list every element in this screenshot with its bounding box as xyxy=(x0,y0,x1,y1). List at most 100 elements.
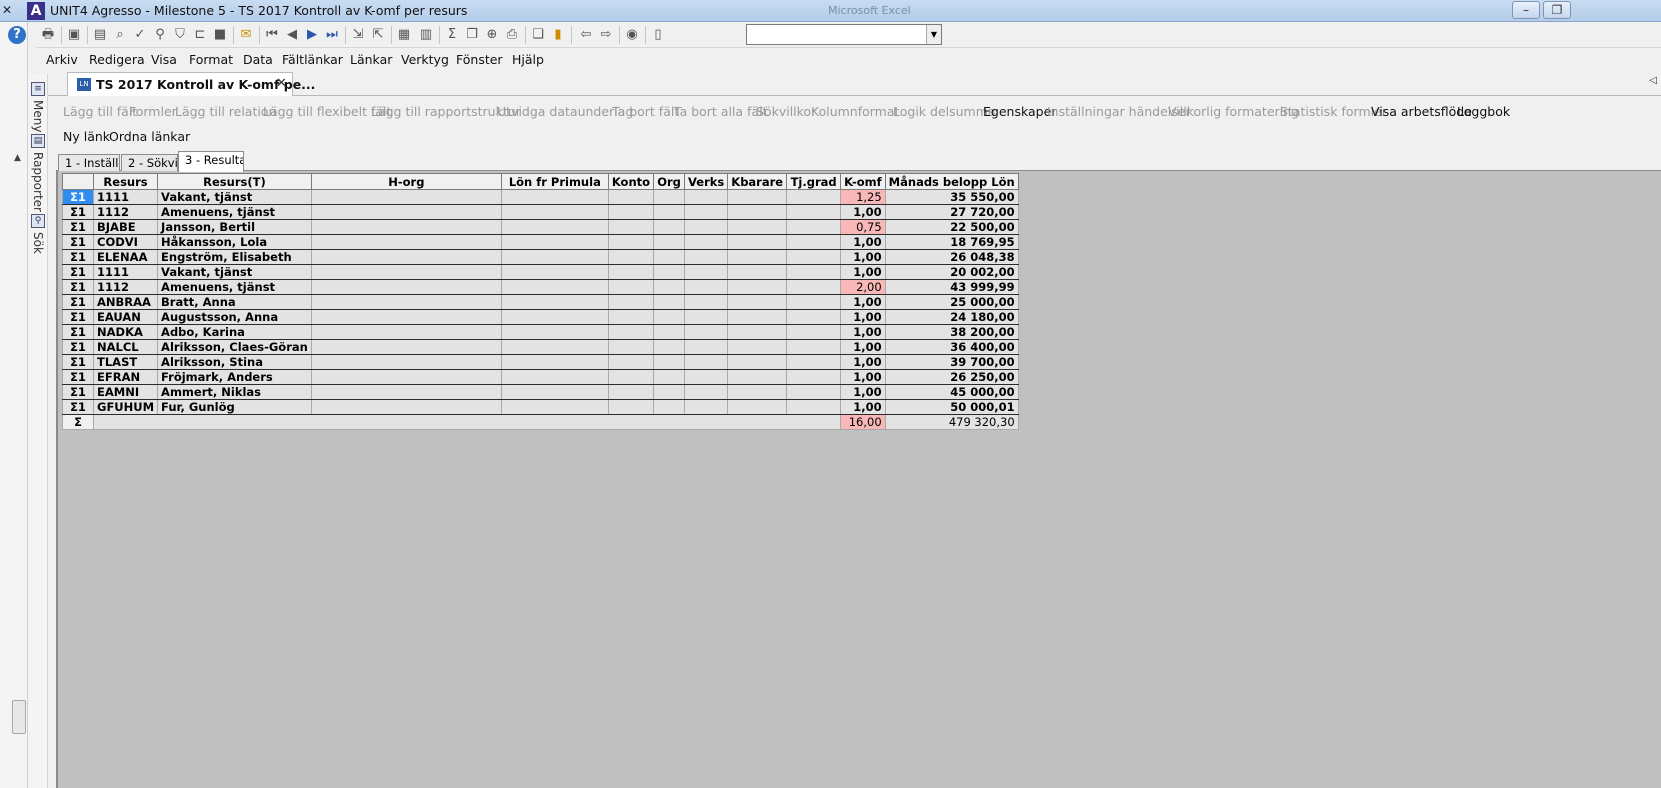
tab-result[interactable]: 3 - Resultat xyxy=(178,151,244,172)
column-header-verks[interactable]: Verks xyxy=(684,173,729,190)
cell-tj-grad[interactable] xyxy=(786,294,842,310)
check-icon[interactable]: ✓ xyxy=(131,26,149,44)
cell-kbarare[interactable] xyxy=(727,219,788,235)
expand-icon[interactable]: ⇲ xyxy=(349,26,367,44)
cell-h-org[interactable] xyxy=(310,219,502,235)
column-header-resurs-t[interactable]: Resurs(T) xyxy=(157,173,312,190)
cell-manads-belopp[interactable]: 26 048,38 xyxy=(884,249,1019,265)
cell-konto[interactable] xyxy=(607,219,655,235)
action-logbook[interactable]: Loggbok xyxy=(1457,104,1510,119)
cell-resurs-t[interactable]: Vakant, tjänst xyxy=(157,264,312,280)
arrange-links-button[interactable]: Ordna länkar xyxy=(109,129,190,144)
cell-konto[interactable] xyxy=(607,204,655,220)
cell-resurs[interactable]: EAUAN xyxy=(92,309,159,325)
cell-kbarare[interactable] xyxy=(727,369,788,385)
cell-manads-belopp[interactable]: 26 250,00 xyxy=(884,369,1019,385)
next-record-icon[interactable]: ▶ xyxy=(303,26,321,44)
table-icon[interactable]: ▦ xyxy=(395,26,413,44)
minimize-button[interactable]: – xyxy=(1512,1,1540,19)
cell-h-org[interactable] xyxy=(310,204,502,220)
cell-resurs-t[interactable]: Engström, Elisabeth xyxy=(157,249,312,265)
cell-org[interactable] xyxy=(653,369,686,385)
row-marker[interactable]: Σ1 xyxy=(62,279,94,295)
cell-h-org[interactable] xyxy=(310,339,502,355)
cell-resurs-t[interactable]: Fur, Gunlög xyxy=(157,399,312,415)
action-properties[interactable]: Egenskaper xyxy=(983,104,1056,119)
note-icon[interactable]: ✉ xyxy=(237,26,255,44)
table-row[interactable]: Σ1 1111 Vakant, tjänst 1,25 35 550,00 xyxy=(62,189,1019,205)
scroll-thumb[interactable] xyxy=(12,700,26,734)
cell-resurs[interactable]: GFUHUM xyxy=(92,399,159,415)
cell-verks[interactable] xyxy=(684,354,729,370)
cell-kbarare[interactable] xyxy=(727,294,788,310)
restore-button[interactable]: ❐ xyxy=(1543,1,1571,19)
table-row[interactable]: Σ1 1112 Amenuens, tjänst 1,00 27 720,00 xyxy=(62,204,1019,220)
cell-konto[interactable] xyxy=(607,189,655,205)
row-marker[interactable]: Σ1 xyxy=(62,339,94,355)
print-icon[interactable]: 🖶 xyxy=(39,26,57,44)
cell-k-omf[interactable]: 1,00 xyxy=(840,204,886,220)
cell-konto[interactable] xyxy=(607,294,655,310)
row-marker[interactable]: Σ1 xyxy=(62,384,94,400)
cell-manads-belopp[interactable]: 22 500,00 xyxy=(884,219,1019,235)
cell-resurs-t[interactable]: Amenuens, tjänst xyxy=(157,204,312,220)
cell-konto[interactable] xyxy=(607,354,655,370)
cell-k-omf[interactable]: 1,25 xyxy=(840,189,886,205)
cell-k-omf[interactable]: 1,00 xyxy=(840,339,886,355)
cell-kbarare[interactable] xyxy=(727,339,788,355)
document-icon[interactable]: ▯ xyxy=(649,26,667,44)
cell-manads-belopp[interactable]: 50 000,01 xyxy=(884,399,1019,415)
cell-kbarare[interactable] xyxy=(727,399,788,415)
cell-tj-grad[interactable] xyxy=(786,219,842,235)
side-tab-search[interactable]: ⚲ Sök xyxy=(28,210,48,254)
cell-konto[interactable] xyxy=(607,369,655,385)
cell-resurs[interactable]: 1112 xyxy=(92,204,159,220)
cell-h-org[interactable] xyxy=(310,189,502,205)
table-row[interactable]: Σ1 ANBRAA Bratt, Anna 1,00 25 000,00 xyxy=(62,294,1019,310)
action-remove-field[interactable]: Ta bort fält xyxy=(612,104,679,119)
cell-resurs[interactable]: 1111 xyxy=(92,189,159,205)
find-icon[interactable]: ⌕ xyxy=(111,26,129,44)
cell-k-omf[interactable]: 1,00 xyxy=(840,309,886,325)
cell-manads-belopp[interactable]: 27 720,00 xyxy=(884,204,1019,220)
cell-resurs[interactable]: EAMNI xyxy=(92,384,159,400)
cell-konto[interactable] xyxy=(607,309,655,325)
cell-org[interactable] xyxy=(653,354,686,370)
column-header-konto[interactable]: Konto xyxy=(607,173,655,190)
row-marker[interactable]: Σ1 xyxy=(62,294,94,310)
cell-lon-fr-primula[interactable] xyxy=(500,399,609,415)
cell-kbarare[interactable] xyxy=(727,354,788,370)
menu-hjalp[interactable]: Hjälp xyxy=(512,52,544,67)
cell-k-omf[interactable]: 0,75 xyxy=(840,219,886,235)
column-header-corner[interactable] xyxy=(62,173,94,190)
cell-manads-belopp[interactable]: 43 999,99 xyxy=(884,279,1019,295)
cell-h-org[interactable] xyxy=(310,354,502,370)
cell-resurs-t[interactable]: Jansson, Bertil xyxy=(157,219,312,235)
tree-icon[interactable]: ⊏ xyxy=(191,26,209,44)
cell-konto[interactable] xyxy=(607,384,655,400)
first-record-icon[interactable]: ⏮ xyxy=(263,26,281,44)
cell-org[interactable] xyxy=(653,339,686,355)
table-row[interactable]: Σ1 TLAST Alriksson, Stina 1,00 39 700,00 xyxy=(62,354,1019,370)
column-header-resurs[interactable]: Resurs xyxy=(92,173,159,190)
cell-tj-grad[interactable] xyxy=(786,189,842,205)
cell-resurs-t[interactable]: Amenuens, tjänst xyxy=(157,279,312,295)
back-arrow-icon[interactable]: ⇦ xyxy=(577,26,595,44)
collapse-icon[interactable]: ⇱ xyxy=(369,26,387,44)
side-tab-menu[interactable]: ≡ Meny xyxy=(28,78,48,132)
forward-arrow-icon[interactable]: ⇨ xyxy=(597,26,615,44)
cell-h-org[interactable] xyxy=(310,279,502,295)
row-marker[interactable]: Σ1 xyxy=(62,219,94,235)
table-row[interactable]: Σ1 EAMNI Ammert, Niklas 1,00 45 000,00 xyxy=(62,384,1019,400)
menu-arkiv[interactable]: Arkiv xyxy=(46,52,78,67)
cell-resurs-t[interactable]: Augustsson, Anna xyxy=(157,309,312,325)
cell-manads-belopp[interactable]: 24 180,00 xyxy=(884,309,1019,325)
cell-verks[interactable] xyxy=(684,204,729,220)
cell-resurs-t[interactable]: Adbo, Karina xyxy=(157,324,312,340)
tab-settings[interactable]: 1 - Inställn. xyxy=(58,154,120,171)
action-add-field[interactable]: Lägg till fält xyxy=(63,104,137,119)
menu-fonster[interactable]: Fönster xyxy=(456,52,503,67)
cell-org[interactable] xyxy=(653,204,686,220)
new-link-button[interactable]: Ny länk xyxy=(63,129,110,144)
table-row[interactable]: Σ1 EAUAN Augustsson, Anna 1,00 24 180,00 xyxy=(62,309,1019,325)
